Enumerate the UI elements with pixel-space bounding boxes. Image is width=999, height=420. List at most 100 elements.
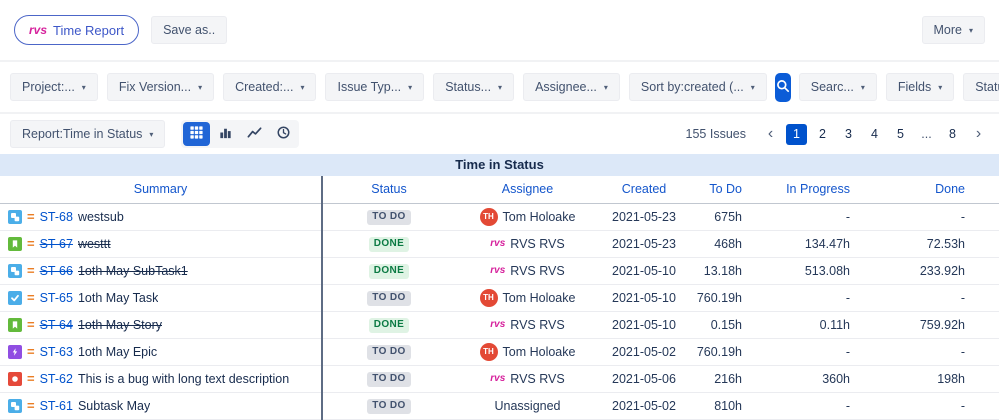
time-report-button[interactable]: rvs Time Report [14, 15, 140, 45]
issue-type-subtask-icon [8, 209, 22, 224]
report-bar-right: 155 Issues ‹ 1 2 3 4 5... 8 › [685, 123, 989, 145]
rvs-avatar-logo: rvs [490, 265, 506, 276]
priority-medium-icon: = [27, 371, 35, 386]
page-2-button[interactable]: 2 [812, 124, 833, 145]
todo-hours-cell: 13.18h [688, 257, 768, 285]
filter-created-dropdown[interactable]: Created:... ▾ [223, 73, 317, 101]
column-header-assignee[interactable]: Assignee [455, 176, 600, 204]
created-cell: 2021-05-02 [600, 338, 688, 366]
filter-statuses-dropdown[interactable]: Statuses▾ [963, 73, 999, 101]
filter-search-dropdown[interactable]: Searc... ▾ [798, 73, 877, 101]
save-as-label: Save as.. [163, 23, 216, 37]
chevron-down-icon: ▾ [750, 82, 755, 92]
filter-project-dropdown[interactable]: Project:... ▾ [10, 73, 98, 101]
assignee-name: RVS RVS [510, 263, 565, 278]
filter-issue-type-dropdown[interactable]: Issue Typ... ▾ [325, 73, 425, 101]
assignee-name: Unassigned [494, 398, 561, 413]
issue-type-bug-icon [8, 371, 22, 386]
created-cell: 2021-05-23 [600, 230, 688, 258]
column-header-created[interactable]: Created [600, 176, 688, 204]
next-page-icon[interactable]: › [968, 124, 989, 145]
app-root: rvs Time Report Save as.. More ▾ Project… [0, 0, 999, 420]
done-hours-cell: 72.53h [876, 230, 999, 258]
column-header-to-do[interactable]: To Do [688, 176, 768, 204]
priority-medium-icon: = [27, 398, 35, 413]
assignee-cell: Unassigned [494, 399, 560, 413]
summary-cell: = ST-66 1oth May SubTask1 [8, 263, 320, 278]
filter-label: Statuses [975, 80, 999, 94]
summary-cell: = ST-68 westsub [8, 209, 320, 224]
filter-assignee-dropdown[interactable]: Assignee... ▾ [523, 73, 620, 101]
table-row: = ST-64 1oth May Story DONE rvs RVS RVS 2021-0… [0, 311, 999, 339]
column-header-done[interactable]: Done [876, 176, 999, 204]
filter-sort-by-dropdown[interactable]: Sort by:created (... ▾ [628, 73, 767, 101]
column-header-in-progress[interactable]: In Progress [768, 176, 876, 204]
todo-hours-cell: 468h [688, 230, 768, 258]
issue-key-link[interactable]: ST-63 [40, 345, 73, 359]
inprogress-hours-cell: - [768, 203, 876, 231]
filter-label: Fields [897, 80, 932, 94]
issue-summary: 1oth May SubTask1 [77, 263, 188, 278]
view-line-chart-button[interactable] [241, 122, 268, 146]
issue-key-link[interactable]: ST-65 [40, 291, 73, 305]
view-bar-chart-button[interactable] [212, 122, 239, 146]
table-row: = ST-63 1oth May Epic TO DO TH Tom Holoake 202… [0, 338, 999, 366]
filter-fix-version-dropdown[interactable]: Fix Version... ▾ [106, 73, 215, 101]
created-cell: 2021-05-10 [600, 257, 688, 285]
assignee-name: RVS RVS [510, 236, 565, 251]
assignee-avatar: TH [479, 207, 498, 226]
chevron-down-icon: ▾ [149, 129, 154, 139]
assignee-cell: TH Tom Holoake [479, 288, 575, 307]
done-hours-cell: - [876, 392, 999, 420]
done-hours-cell: 759.92h [876, 311, 999, 339]
summary-cell: = ST-62 This is a bug with long text descr… [8, 371, 320, 386]
filter-label: Fix Version... [118, 80, 192, 94]
assignee-name: Tom Holoake [502, 209, 576, 224]
report-selector-label: Report:Time in Status [22, 127, 143, 141]
view-clock-button[interactable] [270, 122, 297, 146]
page-3-button[interactable]: 3 [838, 124, 859, 145]
filter-label: Assignee... [535, 80, 597, 94]
issue-key-link[interactable]: ST-68 [40, 210, 73, 224]
table-row: = ST-68 westsub TO DO TH Tom Holoake 2021-05-2… [0, 203, 999, 231]
chevron-down-icon: ▾ [498, 82, 503, 92]
prev-page-icon[interactable]: ‹ [760, 124, 781, 145]
todo-hours-cell: 216h [688, 365, 768, 393]
priority-medium-icon: = [27, 317, 35, 332]
issue-summary: westsub [77, 209, 124, 224]
search-button[interactable] [774, 72, 791, 102]
issue-key-link[interactable]: ST-62 [40, 372, 73, 386]
issue-key-link[interactable]: ST-64 [40, 318, 73, 332]
page-1-button[interactable]: 1 [786, 123, 807, 145]
chevron-down-icon: ▾ [81, 82, 86, 92]
summary-cell: = ST-64 1oth May Story [8, 317, 320, 332]
issues-count: 155 Issues [685, 127, 746, 141]
page-5-button[interactable]: 5 [890, 124, 911, 145]
todo-hours-cell: 760.19h [688, 338, 768, 366]
issue-key-link[interactable]: ST-66 [40, 264, 73, 278]
more-button[interactable]: More ▾ [921, 16, 985, 44]
assignee-cell: rvs RVS RVS [490, 370, 564, 388]
clock-icon [276, 125, 291, 143]
issue-summary: 1oth May Epic [77, 344, 158, 359]
report-selector-dropdown[interactable]: Report:Time in Status ▾ [10, 120, 166, 148]
filter-fields-dropdown[interactable]: Fields ▾ [885, 73, 955, 101]
done-hours-cell: 198h [876, 365, 999, 393]
issue-key-link[interactable]: ST-61 [40, 399, 73, 413]
filter-status-dropdown[interactable]: Status... ▾ [433, 73, 515, 101]
summary-cell: = ST-67 westtt [8, 236, 320, 251]
inprogress-hours-cell: 360h [768, 365, 876, 393]
time-in-status-table: Summary Status Assignee Created To Do In Prog… [0, 176, 999, 420]
status-badge: TO DO [367, 290, 411, 306]
column-header-status[interactable]: Status [322, 176, 455, 204]
page-8-button[interactable]: 8 [942, 124, 963, 145]
view-table-button[interactable] [183, 122, 211, 146]
filter-label: Project:... [22, 80, 75, 94]
save-as-button[interactable]: Save as.. [151, 16, 228, 44]
page-4-button[interactable]: 4 [864, 124, 885, 145]
column-header-summary[interactable]: Summary [0, 176, 323, 204]
priority-medium-icon: = [27, 290, 35, 305]
filter-label: Created:... [235, 80, 294, 94]
inprogress-hours-cell: 0.11h [768, 311, 876, 339]
issue-key-link[interactable]: ST-67 [40, 237, 73, 251]
